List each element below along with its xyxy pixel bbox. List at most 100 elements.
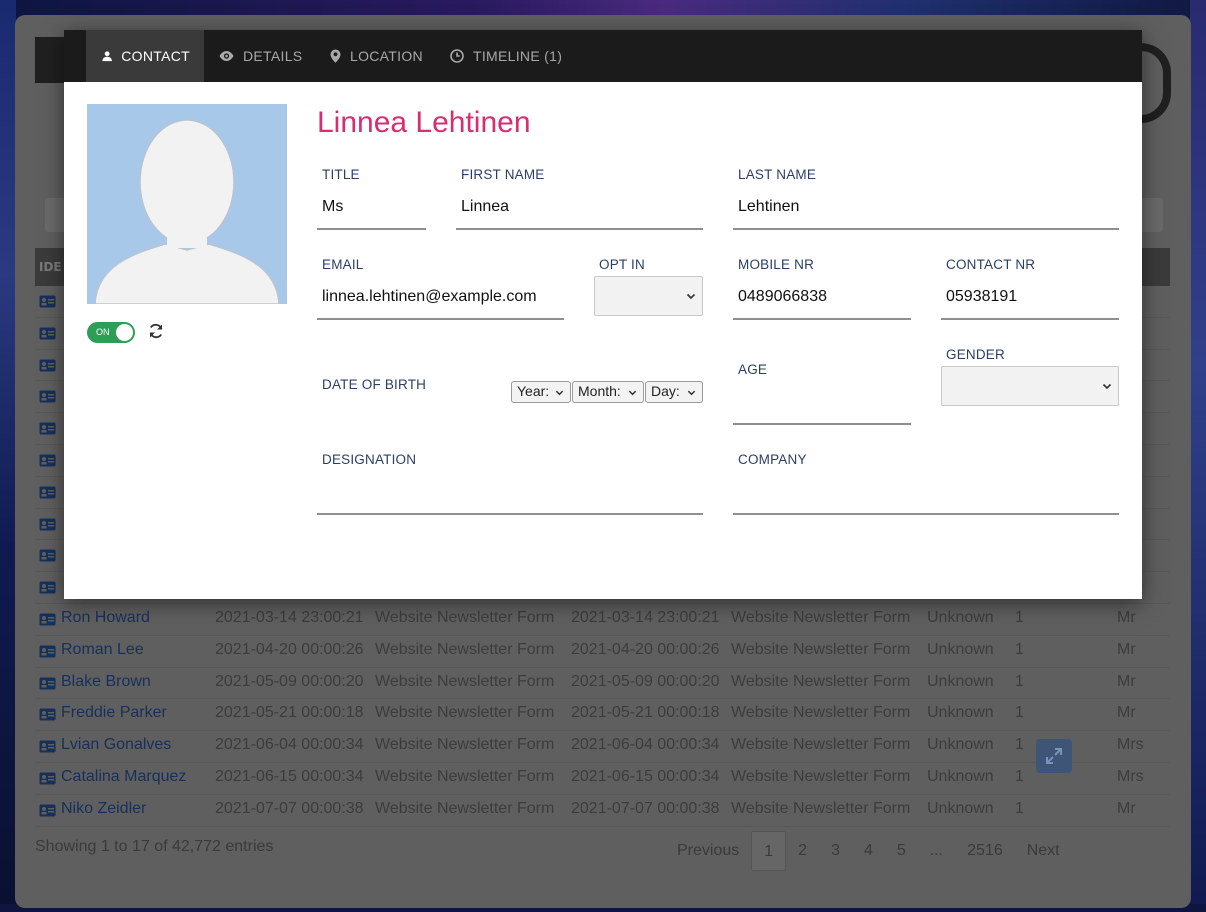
contact-card-icon (39, 295, 56, 308)
contact-card-icon (39, 772, 56, 785)
contact-card-icon (39, 708, 56, 721)
contact-card-icon (39, 454, 56, 467)
mobile-label: MOBILE NR (738, 257, 815, 272)
contact-card-icon (39, 359, 56, 372)
mobile-value: 0489066838 (738, 288, 827, 305)
first-name-label: FIRST NAME (461, 167, 545, 182)
created-source: Website Newsletter Form (375, 608, 555, 626)
background-right (1190, 0, 1206, 912)
first-name-value: Linnea (461, 198, 510, 215)
age-underline (733, 423, 911, 425)
mobile-field[interactable]: MOBILE NR 0489066838 (733, 254, 911, 320)
map-marker-icon (330, 49, 341, 63)
table-row[interactable]: Lvian Gonalves 2021-06-04 00:00:34 Website… (35, 731, 1170, 763)
last-name-field[interactable]: LAST NAME Lehtinen (733, 164, 1119, 230)
dob-year-select[interactable]: Year: (511, 381, 571, 403)
pagination-page-5[interactable]: 5 (885, 831, 918, 871)
designation-field[interactable]: DESIGNATION (317, 449, 703, 515)
age-field[interactable]: AGE (733, 359, 911, 425)
toggle-label: ON (96, 327, 110, 337)
contact-nr-value: 05938191 (946, 288, 1018, 305)
refresh-button[interactable] (148, 323, 164, 343)
clock-icon (450, 49, 464, 63)
contact-card-icon (39, 486, 56, 499)
pagination-page-3[interactable]: 3 (819, 831, 852, 871)
dob-day-select[interactable]: Day: (645, 381, 703, 403)
tab-contact[interactable]: CONTACT (86, 30, 204, 82)
created-source: Website Newsletter Form (375, 799, 555, 817)
dob-label: DATE OF BIRTH (322, 377, 427, 392)
opt-in-select[interactable] (594, 276, 703, 316)
count-cell: 1 (1015, 640, 1024, 658)
created-date: 2021-06-04 00:00:34 (215, 736, 364, 754)
contact-nr-field[interactable]: CONTACT NR 05938191 (941, 254, 1119, 320)
updated-date: 2021-07-07 00:00:38 (571, 799, 720, 817)
table-row[interactable]: Freddie Parker 2021-05-21 00:00:18 Website… (35, 699, 1170, 732)
pagination-page-4[interactable]: 4 (852, 831, 885, 871)
created-source: Website Newsletter Form (375, 736, 555, 754)
company-label: COMPANY (738, 452, 807, 467)
background-left (0, 0, 16, 912)
title-cell: Mrs (1117, 767, 1144, 785)
contact-card-icon (39, 677, 56, 690)
contact-name-link[interactable]: Freddie Parker (61, 704, 167, 722)
contact-name-link[interactable]: Lvian Gonalves (61, 736, 171, 754)
contact-name-link[interactable]: Niko Zeidler (61, 800, 146, 818)
contact-name-link[interactable]: Roman Lee (61, 641, 144, 659)
contact-card-icon (39, 549, 56, 562)
email-field[interactable]: EMAIL linnea.lehtinen@example.com (317, 254, 564, 320)
age-label: AGE (738, 362, 768, 377)
contact-name-link[interactable]: Ron Howard (61, 609, 150, 627)
created-date: 2021-05-09 00:00:20 (215, 672, 364, 690)
contact-name-link[interactable]: Blake Brown (61, 673, 151, 691)
table-row[interactable]: Roman Lee 2021-04-20 00:00:26 Website News… (35, 636, 1170, 668)
company-field[interactable]: COMPANY (733, 449, 1119, 515)
status-toggle[interactable]: ON (87, 322, 135, 343)
status-cell: Unknown (927, 799, 994, 817)
menu-icon (35, 37, 65, 83)
gender-select[interactable] (941, 366, 1119, 406)
table-row[interactable]: Ron Howard 2021-03-14 23:00:21 Website New… (35, 604, 1170, 636)
refresh-icon (149, 323, 163, 339)
dob-month-select[interactable]: Month: (572, 381, 644, 403)
contact-card-icon (39, 422, 56, 435)
title-cell: Mr (1117, 608, 1136, 626)
table-row[interactable]: Niko Zeidler 2021-07-07 00:00:38 Website N… (35, 795, 1170, 827)
contact-name-link[interactable]: Catalina Marquez (61, 768, 186, 786)
pagination-last[interactable]: 2516 (955, 831, 1015, 871)
pagination-next[interactable]: Next (1015, 831, 1072, 871)
tab-details-label: DETAILS (243, 48, 303, 64)
created-date: 2021-03-14 23:00:21 (215, 608, 364, 626)
status-cell: Unknown (927, 736, 994, 754)
chevron-down-icon (686, 293, 696, 300)
designation-underline (317, 513, 703, 515)
contact-card-icon (39, 390, 56, 403)
contact-nr-underline (941, 318, 1119, 320)
expand-icon (1046, 748, 1062, 764)
avatar (87, 104, 287, 304)
count-cell: 1 (1015, 672, 1024, 690)
contact-card-icon (39, 518, 56, 531)
title-field[interactable]: TITLE Ms (317, 164, 426, 230)
updated-source: Website Newsletter Form (731, 799, 911, 817)
tab-details[interactable]: DETAILS (205, 30, 316, 82)
chevron-down-icon (628, 390, 637, 396)
tab-timeline[interactable]: TIMELINE (1) (436, 30, 576, 82)
pagination-page-1[interactable]: 1 (751, 831, 787, 871)
expand-button[interactable] (1036, 739, 1072, 773)
first-name-field[interactable]: FIRST NAME Linnea (456, 164, 703, 230)
status-cell: Unknown (927, 672, 994, 690)
pagination-previous[interactable]: Previous (665, 831, 751, 871)
updated-date: 2021-04-20 00:00:26 (571, 640, 720, 658)
title-label: TITLE (322, 167, 360, 182)
contact-card-icon (39, 327, 56, 340)
pagination-page-2[interactable]: 2 (786, 831, 819, 871)
created-source: Website Newsletter Form (375, 672, 555, 690)
last-name-label: LAST NAME (738, 167, 817, 182)
pagination: Previous 1 2 3 4 5 ... 2516 Next (665, 831, 1072, 871)
table-row[interactable]: Catalina Marquez 2021-06-15 00:00:34 Websi… (35, 763, 1170, 795)
table-row[interactable]: Blake Brown 2021-05-09 00:00:20 Website Ne… (35, 668, 1170, 700)
count-cell: 1 (1015, 767, 1024, 785)
tab-location[interactable]: LOCATION (316, 30, 437, 82)
last-name-underline (733, 228, 1119, 230)
